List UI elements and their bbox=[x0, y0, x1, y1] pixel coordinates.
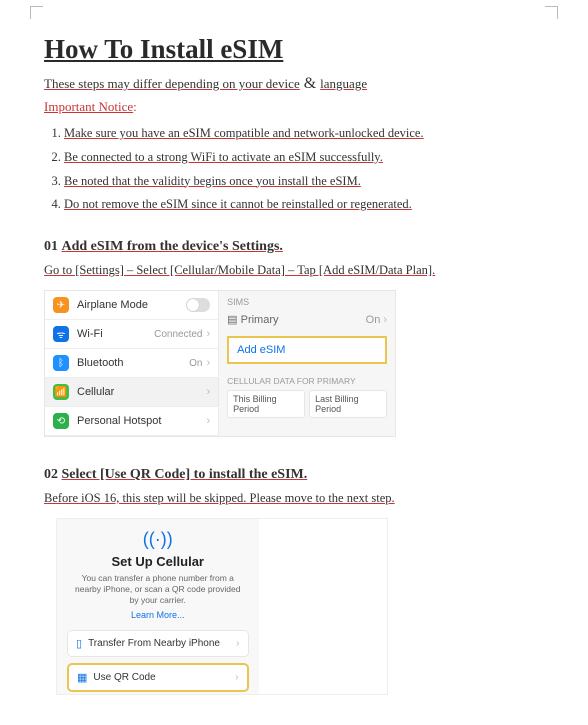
wifi-value: Connected bbox=[154, 329, 202, 340]
important-item-1: Make sure you have an eSIM compatible an… bbox=[64, 122, 544, 146]
intro-line: These steps may differ depending on your… bbox=[44, 75, 544, 93]
row-airplane: ✈ Airplane Mode bbox=[45, 291, 218, 320]
airplane-label: Airplane Mode bbox=[77, 299, 186, 311]
chevron-right-icon: › bbox=[235, 672, 238, 683]
opt-qr-label: Use QR Code bbox=[93, 672, 155, 683]
pill-this-period: This Billing Period bbox=[227, 390, 305, 418]
learn-more-link: Learn More... bbox=[67, 610, 249, 620]
row-cellular: 📶 Cellular › bbox=[45, 378, 218, 407]
intro-a: These steps may differ depending on your… bbox=[44, 76, 300, 91]
add-esim-button: Add eSIM bbox=[227, 336, 387, 364]
bluetooth-icon: ᛒ bbox=[53, 355, 69, 371]
important-item-2: Be connected to a strong WiFi to activat… bbox=[64, 146, 544, 170]
step2-title: Select [Use QR Code] to install the eSIM… bbox=[62, 467, 308, 482]
airplane-toggle bbox=[186, 298, 210, 312]
important-item-3: Be noted that the validity begins once y… bbox=[64, 170, 544, 194]
primary-on: On bbox=[366, 314, 381, 326]
chevron-right-icon: › bbox=[206, 415, 210, 427]
important-item-4: Do not remove the eSIM since it cannot b… bbox=[64, 193, 544, 217]
primary-row: ▤ Primary On› bbox=[227, 309, 387, 336]
step1-head: 01 Add eSIM from the device's Settings. bbox=[44, 239, 544, 255]
setup-cellular-screenshot: ((·)) Set Up Cellular You can transfer a… bbox=[56, 518, 388, 695]
phone-icon: ▯ bbox=[76, 637, 82, 650]
row-hotspot: ⟲ Personal Hotspot › bbox=[45, 407, 218, 436]
intro-b: language bbox=[320, 76, 367, 91]
setup-cellular-desc: You can transfer a phone number from a n… bbox=[67, 573, 249, 606]
chevron-right-icon: › bbox=[206, 328, 210, 340]
opt-qr-code: ▦ Use QR Code › bbox=[67, 663, 249, 692]
chevron-right-icon: › bbox=[206, 357, 210, 369]
hotspot-label: Personal Hotspot bbox=[77, 415, 202, 427]
settings-screenshot: ✈ Airplane Mode ᯤ Wi-Fi Connected › ᛒ Bl… bbox=[44, 290, 396, 437]
chevron-right-icon: › bbox=[383, 314, 387, 326]
step2-sub: Before iOS 16, this step will be skipped… bbox=[44, 491, 395, 506]
step1-sub: Go to [Settings] – Select [Cellular/Mobi… bbox=[44, 263, 435, 278]
step2-head: 02 Select [Use QR Code] to install the e… bbox=[44, 467, 544, 483]
page-title: How To Install eSIM bbox=[44, 34, 544, 65]
wifi-icon: ᯤ bbox=[53, 326, 69, 342]
notice-colon: : bbox=[133, 99, 137, 114]
cellular-icon: 📶 bbox=[53, 384, 69, 400]
primary-label: Primary bbox=[241, 314, 279, 326]
airplane-icon: ✈ bbox=[53, 297, 69, 313]
wifi-label: Wi-Fi bbox=[77, 328, 154, 340]
step1-title: Add eSIM from the device's Settings. bbox=[62, 239, 283, 254]
step1-num: 01 bbox=[44, 239, 58, 254]
cellular-data-header: CELLULAR DATA FOR PRIMARY bbox=[227, 376, 387, 386]
row-wifi: ᯤ Wi-Fi Connected › bbox=[45, 320, 218, 349]
cellular-label: Cellular bbox=[77, 386, 202, 398]
important-notice-label: Important Notice bbox=[44, 99, 133, 115]
antenna-icon: ((·)) bbox=[67, 529, 249, 550]
bluetooth-label: Bluetooth bbox=[77, 357, 189, 369]
bluetooth-value: On bbox=[189, 358, 202, 369]
step2-num: 02 bbox=[44, 467, 58, 482]
setup-cellular-title: Set Up Cellular bbox=[67, 554, 249, 569]
intro-amp: & bbox=[300, 75, 320, 92]
qr-icon: ▦ bbox=[77, 671, 87, 684]
opt-transfer: ▯ Transfer From Nearby iPhone › bbox=[67, 630, 249, 657]
sims-header: SIMs bbox=[227, 297, 387, 307]
row-bluetooth: ᛒ Bluetooth On › bbox=[45, 349, 218, 378]
pill-last-period: Last Billing Period bbox=[309, 390, 387, 418]
important-list: Make sure you have an eSIM compatible an… bbox=[44, 122, 544, 217]
hotspot-icon: ⟲ bbox=[53, 413, 69, 429]
chevron-right-icon: › bbox=[206, 386, 210, 398]
